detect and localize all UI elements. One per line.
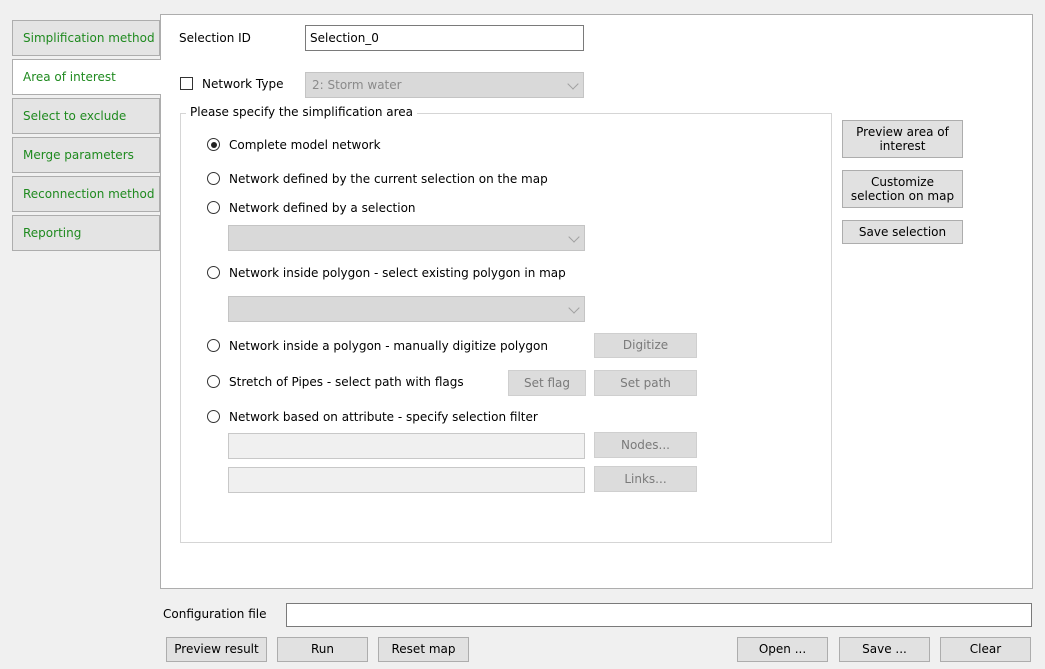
- config-file-label: Configuration file: [163, 607, 267, 621]
- option-label: Network based on attribute - specify sel…: [229, 410, 538, 424]
- radio-defined-selection[interactable]: [207, 201, 220, 214]
- links-filter-field[interactable]: [228, 467, 585, 493]
- config-file-input[interactable]: [286, 603, 1032, 627]
- option-label: Network defined by the current selection…: [229, 172, 548, 186]
- nodes-button[interactable]: Nodes...: [594, 432, 697, 458]
- chevron-down-icon: [568, 302, 580, 314]
- open-button[interactable]: Open ...: [737, 637, 828, 662]
- nodes-filter-field[interactable]: [228, 433, 585, 459]
- polygon-select[interactable]: [228, 296, 585, 322]
- selection-id-input[interactable]: Selection_0: [305, 25, 584, 51]
- chevron-down-icon: [568, 231, 580, 243]
- set-flag-button[interactable]: Set flag: [508, 370, 586, 396]
- save-button[interactable]: Save ...: [839, 637, 930, 662]
- selection-select[interactable]: [228, 225, 585, 251]
- radio-digitize-polygon[interactable]: [207, 339, 220, 352]
- radio-current-selection[interactable]: [207, 172, 220, 185]
- radio-selected-dot: [210, 141, 217, 148]
- radio-complete-model[interactable]: [207, 138, 220, 151]
- network-type-label: Network Type: [202, 77, 284, 91]
- clear-button[interactable]: Clear: [940, 637, 1031, 662]
- network-type-select[interactable]: 2: Storm water: [305, 72, 584, 98]
- selection-id-label: Selection ID: [179, 31, 251, 45]
- simplification-area-title: Please specify the simplification area: [186, 105, 418, 119]
- option-label: Complete model network: [229, 138, 381, 152]
- network-type-checkbox[interactable]: [180, 77, 193, 90]
- customize-selection-button[interactable]: Customize selection on map: [842, 170, 963, 208]
- option-label: Stretch of Pipes - select path with flag…: [229, 375, 464, 389]
- save-selection-button[interactable]: Save selection: [842, 220, 963, 244]
- run-button[interactable]: Run: [277, 637, 368, 662]
- radio-stretch-of-pipes[interactable]: [207, 375, 220, 388]
- option-label: Network inside a polygon - manually digi…: [229, 339, 548, 353]
- option-label: Network defined by a selection: [229, 201, 416, 215]
- radio-existing-polygon[interactable]: [207, 266, 220, 279]
- set-path-button[interactable]: Set path: [594, 370, 697, 396]
- option-label: Network inside polygon - select existing…: [229, 266, 566, 280]
- preview-result-button[interactable]: Preview result: [166, 637, 267, 662]
- chevron-down-icon: [567, 78, 579, 90]
- reset-map-button[interactable]: Reset map: [378, 637, 469, 662]
- links-button[interactable]: Links...: [594, 466, 697, 492]
- radio-attribute-filter[interactable]: [207, 410, 220, 423]
- preview-area-button[interactable]: Preview area of interest: [842, 120, 963, 158]
- network-type-value: 2: Storm water: [312, 78, 402, 92]
- digitize-button[interactable]: Digitize: [594, 333, 697, 358]
